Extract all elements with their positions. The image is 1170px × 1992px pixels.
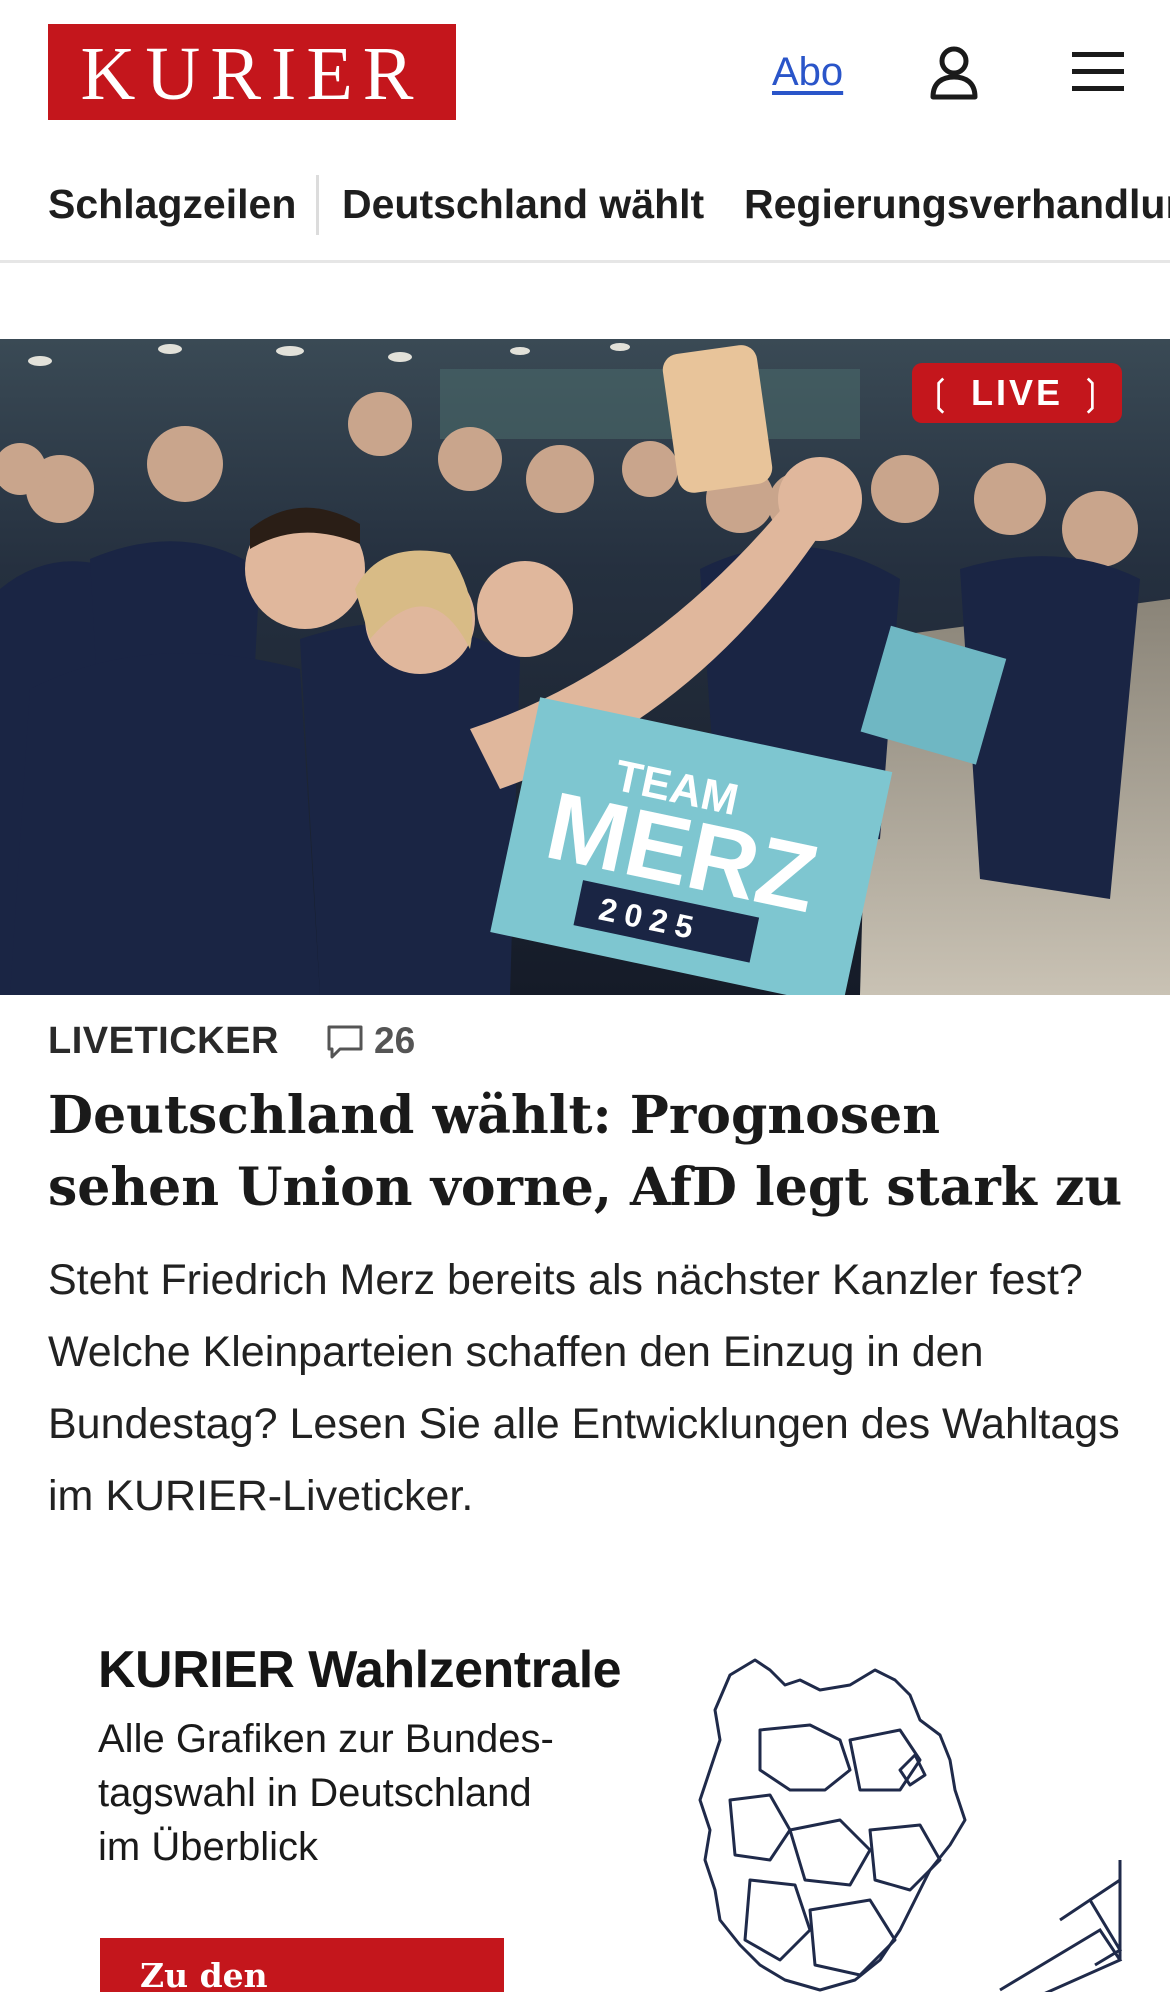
nav-divider (316, 175, 319, 235)
site-header: KURIER Abo (0, 0, 1170, 150)
article-kicker: LIVETICKER (48, 1020, 279, 1062)
comment-icon[interactable] (326, 1024, 364, 1060)
user-icon[interactable] (929, 46, 979, 100)
kurier-logo[interactable]: KURIER (48, 24, 456, 120)
abo-link[interactable]: Abo (772, 50, 843, 95)
live-badge-label: ❲ LIVE ❳ (924, 372, 1110, 413)
zu-den-ergebnissen-button[interactable]: Zu den Ergebnissen (100, 1938, 504, 1992)
promo-text-line: tagswahl in Deutschland (98, 1771, 532, 1815)
promo-title: KURIER Wahlzentrale (98, 1641, 622, 1699)
hamburger-menu-icon[interactable] (1072, 50, 1124, 94)
nav-item-deutschland-waehlt[interactable]: Deutschland wählt (342, 181, 704, 228)
section-nav: Schlagzeilen Deutschland wählt Regierung… (0, 165, 1170, 263)
comment-count[interactable]: 26 (374, 1020, 415, 1062)
article-teaser[interactable]: Steht Friedrich Merz bereits als nächste… (48, 1244, 1138, 1532)
article-headline[interactable]: Deutschland wählt: Prognosen sehen Union… (48, 1080, 1128, 1224)
nav-item-schlagzeilen[interactable]: Schlagzeilen (48, 181, 296, 228)
logo-text: KURIER (80, 32, 424, 116)
hero-photo: TEAM MERZ 2025 (0, 339, 1170, 995)
live-badge: ❲ LIVE ❳ (912, 363, 1122, 423)
nav-item-regierungsverhandlungen[interactable]: Regierungsverhandlungen (744, 181, 1170, 228)
promo-text: Alle Grafiken zur Bundes- tagswahl in De… (98, 1712, 618, 1874)
germany-map-icon (698, 1658, 1123, 1992)
hero-image[interactable]: TEAM MERZ 2025 ❲ LIVE ❳ (0, 339, 1170, 995)
promo-text-line: im Überblick (98, 1825, 319, 1869)
promo-text-line: Alle Grafiken zur Bundes- (98, 1717, 554, 1761)
wahlzentrale-promo[interactable]: KURIER Wahlzentrale Alle Grafiken zur Bu… (0, 1600, 1170, 1992)
